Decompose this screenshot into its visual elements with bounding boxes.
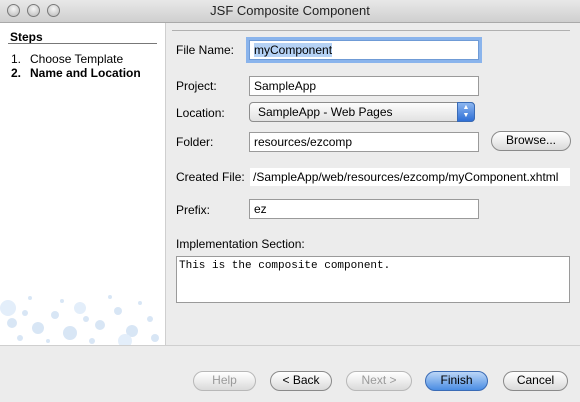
steps-header: Steps <box>10 30 43 44</box>
help-button[interactable]: Help <box>193 371 256 391</box>
project-field[interactable]: SampleApp <box>249 76 479 96</box>
cancel-button[interactable]: Cancel <box>503 371 568 391</box>
step-number: 2. <box>11 66 22 80</box>
location-select[interactable]: SampleApp - Web Pages ▲ ▼ <box>249 102 475 122</box>
step-name-and-location: 2. Name and Location <box>11 66 141 80</box>
folder-label: Folder: <box>176 135 214 149</box>
created-file-label: Created File: <box>176 170 245 184</box>
back-button[interactable]: < Back <box>270 371 332 391</box>
window-title: JSF Composite Component <box>210 3 370 18</box>
step-number: 1. <box>11 52 22 66</box>
content-divider <box>172 30 570 31</box>
steps-panel: Steps 1. Choose Template 2. Name and Locat… <box>0 23 166 345</box>
browse-button[interactable]: Browse... <box>491 131 571 151</box>
implementation-textarea[interactable]: This is the composite component. <box>176 256 570 303</box>
window-titlebar: JSF Composite Component <box>0 0 580 23</box>
file-name-value: myComponent <box>254 43 333 57</box>
button-bar-divider <box>0 345 580 346</box>
next-button[interactable]: Next > <box>346 371 412 391</box>
updown-arrow-icon: ▲ ▼ <box>457 102 475 122</box>
file-name-input[interactable]: myComponent <box>249 40 479 60</box>
folder-input[interactable]: resources/ezcomp <box>249 132 479 152</box>
location-value: SampleApp - Web Pages <box>258 105 393 119</box>
decorative-bubbles-icon <box>0 295 159 345</box>
project-label: Project: <box>176 79 217 93</box>
prefix-input[interactable]: ez <box>249 199 479 219</box>
prefix-label: Prefix: <box>176 203 211 217</box>
file-name-label: File Name: <box>176 43 235 57</box>
created-file-field: /SampleApp/web/resources/ezcomp/myCompon… <box>249 167 571 187</box>
step-label: Name and Location <box>30 66 141 80</box>
step-label: Choose Template <box>30 52 124 66</box>
implementation-label: Implementation Section: <box>176 237 305 251</box>
steps-divider <box>8 43 157 44</box>
location-label: Location: <box>176 106 225 120</box>
finish-button[interactable]: Finish <box>425 371 488 391</box>
step-choose-template: 1. Choose Template <box>11 52 123 66</box>
